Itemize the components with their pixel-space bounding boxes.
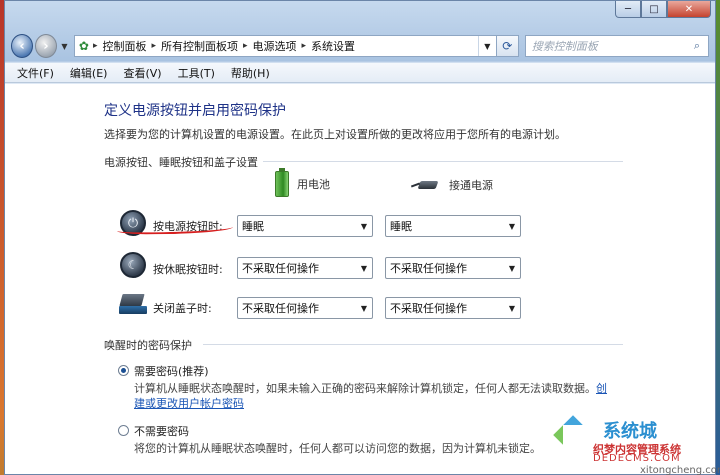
caption-buttons: ─ □ ✕ xyxy=(615,1,711,18)
navigation-bar: ‹ › ▼ ✿ ▸ 控制面板 ▸ 所有控制面板项 ▸ 电源选项 ▸ 系统设置 ▼… xyxy=(11,33,709,59)
breadcrumb-item[interactable]: 控制面板 ▸ xyxy=(97,38,156,54)
no-password-radio[interactable] xyxy=(118,425,129,436)
chevron-down-icon: ▼ xyxy=(360,263,368,273)
minimize-button[interactable]: ─ xyxy=(615,1,641,18)
change-password-link[interactable]: 建或更改用户帐户密码 xyxy=(134,395,244,411)
address-dropdown[interactable]: ▼ xyxy=(477,36,496,56)
page-description: 选择要为您的计算机设置的电源设置。在此页上对设置所做的更改将应用于您所有的电源计… xyxy=(104,128,566,141)
chevron-down-icon: ▼ xyxy=(508,221,516,231)
menu-help[interactable]: 帮助(H) xyxy=(231,65,270,81)
chevron-down-icon: ▼ xyxy=(360,221,368,231)
menu-tools[interactable]: 工具(T) xyxy=(178,65,215,81)
sleep-button-battery-select[interactable]: 不采取任何操作 ▼ xyxy=(237,257,373,279)
chevron-down-icon: ▼ xyxy=(360,303,368,313)
refresh-button[interactable]: ⟳ xyxy=(496,35,519,57)
menu-file[interactable]: 文件(F) xyxy=(17,65,54,81)
battery-column-header: 用电池 xyxy=(275,168,330,197)
address-bar[interactable]: ✿ ▸ 控制面板 ▸ 所有控制面板项 ▸ 电源选项 ▸ 系统设置 ▼ xyxy=(73,35,497,57)
sleep-button-plugged-select[interactable]: 不采取任何操作 ▼ xyxy=(385,257,521,279)
power-plug-icon xyxy=(411,178,441,192)
require-password-radio[interactable] xyxy=(118,365,129,376)
power-button-plugged-select[interactable]: 睡眠 ▼ xyxy=(385,215,521,237)
close-lid-label: 关闭盖子时: xyxy=(153,302,212,315)
back-button[interactable]: ‹ xyxy=(11,34,33,58)
breadcrumb-item[interactable]: 系统设置 xyxy=(306,38,360,54)
breadcrumb-item[interactable]: 电源选项 ▸ xyxy=(248,38,307,54)
forward-button[interactable]: › xyxy=(34,34,57,58)
laptop-lid-icon xyxy=(119,294,147,316)
chevron-down-icon: ▼ xyxy=(508,303,516,313)
no-password-label[interactable]: 不需要密码 xyxy=(134,423,189,439)
sleep-button-icon: ☾ xyxy=(120,252,146,278)
power-button-battery-select[interactable]: 睡眠 ▼ xyxy=(237,215,373,237)
section-divider xyxy=(263,161,623,162)
battery-icon xyxy=(275,168,289,197)
close-lid-plugged-select[interactable]: 不采取任何操作 ▼ xyxy=(385,297,521,319)
breadcrumb-item[interactable]: 所有控制面板项 ▸ xyxy=(156,38,248,54)
menu-view[interactable]: 查看(V) xyxy=(123,65,161,81)
search-input[interactable]: 搜索控制面板 ⌕ xyxy=(524,35,709,57)
recent-pages-dropdown[interactable]: ▼ xyxy=(59,42,70,51)
buttons-section-heading: 电源按钮、睡眠按钮和盖子设置 xyxy=(104,156,258,169)
password-section-heading: 唤醒时的密码保护 xyxy=(104,339,192,352)
sleep-button-label: 按休眠按钮时: xyxy=(153,263,223,276)
close-button[interactable]: ✕ xyxy=(667,1,711,18)
maximize-button[interactable]: □ xyxy=(641,1,667,18)
change-password-link[interactable]: 创 xyxy=(596,382,607,395)
control-panel-window: ─ □ ✕ ‹ › ▼ ✿ ▸ 控制面板 ▸ 所有控制面板项 ▸ 电源选项 ▸ … xyxy=(4,0,716,475)
chevron-down-icon: ▼ xyxy=(508,263,516,273)
section-divider xyxy=(203,344,623,345)
control-panel-icon: ✿ xyxy=(78,39,89,53)
watermark: 系统城 织梦内容管理系统 DEDECMS.COM xitongcheng.com xyxy=(545,415,720,475)
require-password-label[interactable]: 需要密码(推荐) xyxy=(134,363,209,379)
require-password-description: 计算机从睡眠状态唤醒时，如果未输入正确的密码来解除计算机锁定，任何人都无法读取数… xyxy=(134,382,607,395)
no-password-description: 将您的计算机从睡眠状态唤醒时，任何人都可以访问您的数据，因为计算机未锁定。 xyxy=(134,442,541,455)
menu-bar: 文件(F) 编辑(E) 查看(V) 工具(T) 帮助(H) xyxy=(5,63,715,83)
plugged-in-column-header: 接通电源 xyxy=(411,177,493,193)
close-lid-battery-select[interactable]: 不采取任何操作 ▼ xyxy=(237,297,373,319)
windows-logo-icon xyxy=(553,415,593,455)
search-icon[interactable]: ⌕ xyxy=(686,39,708,53)
page-title: 定义电源按钮并启用密码保护 xyxy=(104,103,286,119)
menu-edit[interactable]: 编辑(E) xyxy=(70,65,108,81)
